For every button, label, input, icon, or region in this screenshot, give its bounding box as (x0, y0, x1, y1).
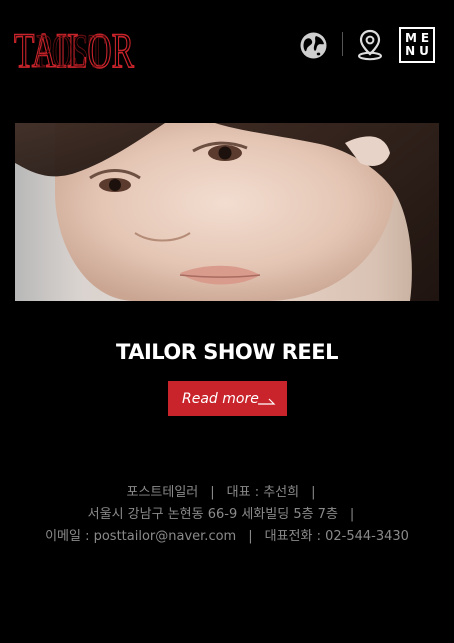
footer-separator: | (349, 507, 355, 522)
header-divider (342, 32, 343, 56)
footer-separator: | (248, 529, 253, 544)
footer-line-2: 서울시 강남구 논현동 66-9 세화빌딩 5층 7층 | (0, 504, 454, 526)
ceo-name: 대표 : 추선희 (226, 485, 300, 500)
footer-line-1: 포스트테일러 | 대표 : 추선희 | (0, 482, 454, 504)
site-header: TAILOR POST ME NU (0, 0, 454, 100)
show-reel-title: TAILOR SHOW REEL (116, 340, 339, 364)
footer-separator: | (311, 485, 316, 500)
globe-icon[interactable] (299, 31, 328, 60)
company-phone: 대표전화 : 02-544-3430 (264, 529, 409, 544)
read-more-button[interactable]: Read more (168, 381, 287, 416)
company-address: 서울시 강남구 논현동 66-9 세화빌딩 5층 7층 (87, 507, 338, 522)
read-more-label: Read more (182, 390, 259, 407)
svg-text:POST: POST (36, 25, 106, 72)
company-email: 이메일 : posttailor@naver.com (45, 529, 237, 544)
site-logo[interactable]: TAILOR POST (14, 22, 144, 72)
arrow-right-icon (258, 394, 276, 405)
footer-line-3: 이메일 : posttailor@naver.com | 대표전화 : 02-544… (0, 526, 454, 548)
company-name: 포스트테일러 (126, 485, 199, 500)
map-pin-icon[interactable] (356, 29, 384, 61)
footer-separator: | (210, 485, 215, 500)
show-reel-thumbnail[interactable] (15, 123, 439, 301)
menu-button[interactable]: ME NU (399, 27, 435, 63)
site-footer: 포스트테일러 | 대표 : 추선희 | 서울시 강남구 논현동 66-9 세화빌딩 5… (0, 482, 454, 548)
menu-label-bottom: NU (405, 44, 433, 58)
